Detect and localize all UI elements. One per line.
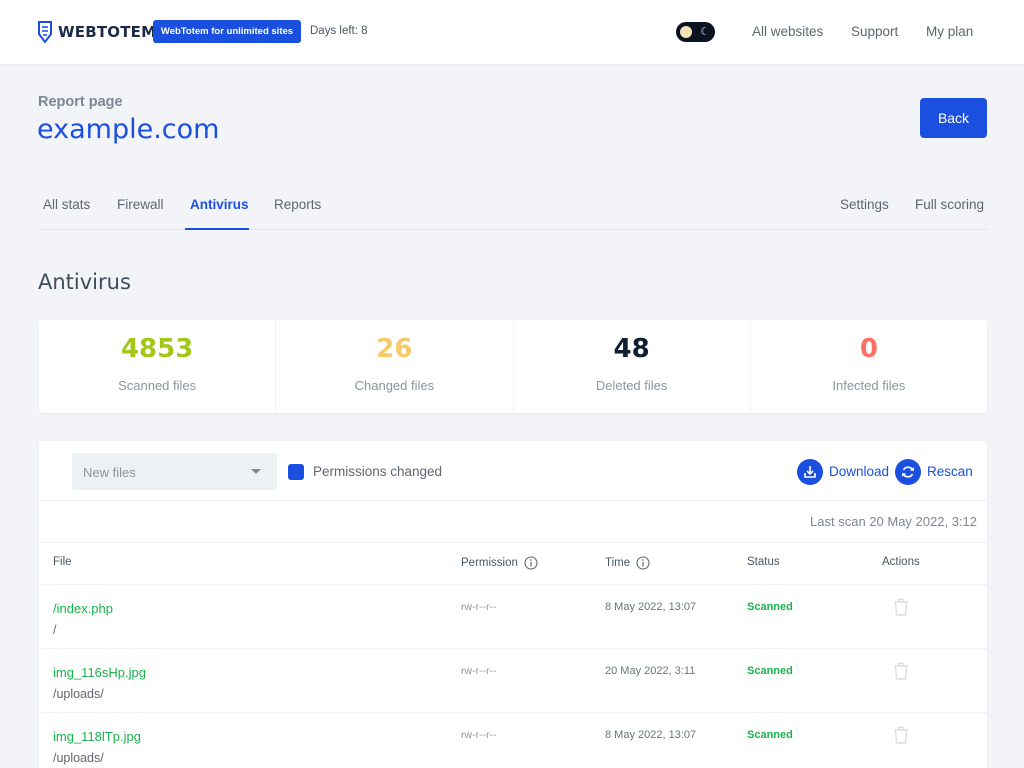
file-path: /uploads/ bbox=[53, 751, 104, 765]
stat-changed-files: 26 Changed files bbox=[276, 320, 514, 413]
caret-down-icon bbox=[251, 469, 261, 474]
days-left-text: Days left: 8 bbox=[310, 25, 368, 37]
download-label: Download bbox=[829, 464, 890, 479]
moon-icon: ☾ bbox=[700, 26, 710, 38]
stat-deleted-files: 48 Deleted files bbox=[514, 320, 751, 413]
tab-settings[interactable]: Settings bbox=[840, 197, 889, 212]
stat-scanned-files: 4853 Scanned files bbox=[39, 320, 277, 413]
brand-name: WEBTOTEM bbox=[58, 23, 157, 41]
file-status: Scanned bbox=[747, 601, 793, 613]
file-name-link[interactable]: img_116sHp.jpg bbox=[53, 665, 146, 680]
download-icon bbox=[797, 458, 823, 485]
permissions-changed-checkbox[interactable] bbox=[288, 464, 304, 480]
file-name-link[interactable]: /index.php bbox=[53, 601, 113, 616]
column-header-permission[interactable]: Permission bbox=[461, 556, 538, 570]
table-row: img_118lTp.jpg /uploads/ rw-r--r-- 8 May… bbox=[39, 713, 987, 768]
file-status: Scanned bbox=[747, 665, 793, 677]
stat-value: 4853 bbox=[120, 334, 194, 364]
active-tab-indicator bbox=[185, 228, 249, 230]
table-row: /index.php / rw-r--r-- 8 May 2022, 13:07… bbox=[39, 585, 987, 649]
permissions-changed-label[interactable]: Permissions changed bbox=[313, 464, 442, 479]
top-bar: WEBTOTEM WebTotem for unlimited sites Da… bbox=[0, 0, 1024, 64]
nav-all-websites[interactable]: All websites bbox=[752, 24, 823, 39]
stats-card: 4853 Scanned files 26 Changed files 48 D… bbox=[39, 320, 987, 413]
column-header-actions: Actions bbox=[882, 556, 920, 568]
shield-logo-icon bbox=[38, 21, 52, 43]
file-filter-select[interactable]: New files bbox=[72, 453, 277, 490]
trash-icon[interactable] bbox=[892, 597, 910, 617]
last-scan-text: Last scan 20 May 2022, 3:12 bbox=[810, 514, 977, 529]
column-header-label: Time bbox=[605, 557, 631, 569]
column-header-label: File bbox=[53, 556, 72, 568]
tab-full-scoring[interactable]: Full scoring bbox=[915, 197, 984, 212]
file-time: 20 May 2022, 3:11 bbox=[605, 665, 696, 677]
trash-icon[interactable] bbox=[892, 661, 910, 681]
nav-support[interactable]: Support bbox=[851, 24, 898, 39]
promo-badge[interactable]: WebTotem for unlimited sites bbox=[153, 20, 301, 43]
column-header-label: Permission bbox=[461, 557, 518, 569]
table-row: img_116sHp.jpg /uploads/ rw-r--r-- 20 Ma… bbox=[39, 649, 987, 713]
tab-all-stats[interactable]: All stats bbox=[43, 197, 90, 212]
file-permission: rw-r--r-- bbox=[461, 729, 497, 741]
files-panel: New files Permissions changed Download R… bbox=[39, 441, 987, 768]
column-header-status[interactable]: Status bbox=[747, 556, 780, 568]
stat-value: 48 bbox=[613, 334, 650, 364]
nav-my-plan[interactable]: My plan bbox=[926, 24, 973, 39]
stat-value: 26 bbox=[376, 334, 413, 364]
file-permission: rw-r--r-- bbox=[461, 665, 497, 677]
toolbar-divider bbox=[39, 500, 987, 501]
filter-selected-value: New files bbox=[83, 465, 136, 480]
file-path: /uploads/ bbox=[53, 687, 104, 701]
stat-value: 0 bbox=[859, 334, 878, 364]
sun-icon bbox=[680, 26, 692, 38]
info-icon[interactable] bbox=[636, 556, 650, 570]
back-button[interactable]: Back bbox=[920, 98, 987, 138]
file-time: 8 May 2022, 13:07 bbox=[605, 601, 697, 613]
tab-reports[interactable]: Reports bbox=[274, 197, 321, 212]
trash-icon[interactable] bbox=[892, 725, 910, 745]
rescan-label: Rescan bbox=[927, 464, 973, 479]
file-name-link[interactable]: img_118lTp.jpg bbox=[53, 729, 141, 744]
column-header-label: Actions bbox=[882, 556, 920, 568]
tabs-divider bbox=[38, 229, 987, 230]
stat-label: Scanned files bbox=[118, 378, 197, 393]
site-title: example.com bbox=[37, 114, 220, 145]
refresh-icon bbox=[895, 458, 921, 485]
theme-toggle[interactable]: ☾ bbox=[676, 22, 715, 42]
stat-label: Infected files bbox=[832, 378, 906, 393]
file-status: Scanned bbox=[747, 729, 793, 741]
section-title: Antivirus bbox=[38, 270, 131, 294]
info-icon[interactable] bbox=[524, 556, 538, 570]
tab-antivirus[interactable]: Antivirus bbox=[190, 197, 249, 212]
file-path: / bbox=[53, 623, 57, 637]
column-header-file[interactable]: File bbox=[53, 556, 72, 568]
brand-logo[interactable]: WEBTOTEM bbox=[38, 20, 156, 44]
header-divider bbox=[39, 542, 987, 543]
column-header-time[interactable]: Time bbox=[605, 556, 650, 570]
rescan-button[interactable]: Rescan bbox=[895, 458, 973, 485]
stat-infected-files: 0 Infected files bbox=[751, 320, 987, 413]
column-header-label: Status bbox=[747, 556, 780, 568]
stat-label: Deleted files bbox=[595, 378, 668, 393]
report-page-label: Report page bbox=[38, 94, 123, 110]
file-permission: rw-r--r-- bbox=[461, 601, 497, 613]
file-time: 8 May 2022, 13:07 bbox=[605, 729, 697, 741]
download-button[interactable]: Download bbox=[797, 458, 889, 485]
stat-label: Changed files bbox=[354, 378, 435, 393]
tab-firewall[interactable]: Firewall bbox=[117, 197, 164, 212]
